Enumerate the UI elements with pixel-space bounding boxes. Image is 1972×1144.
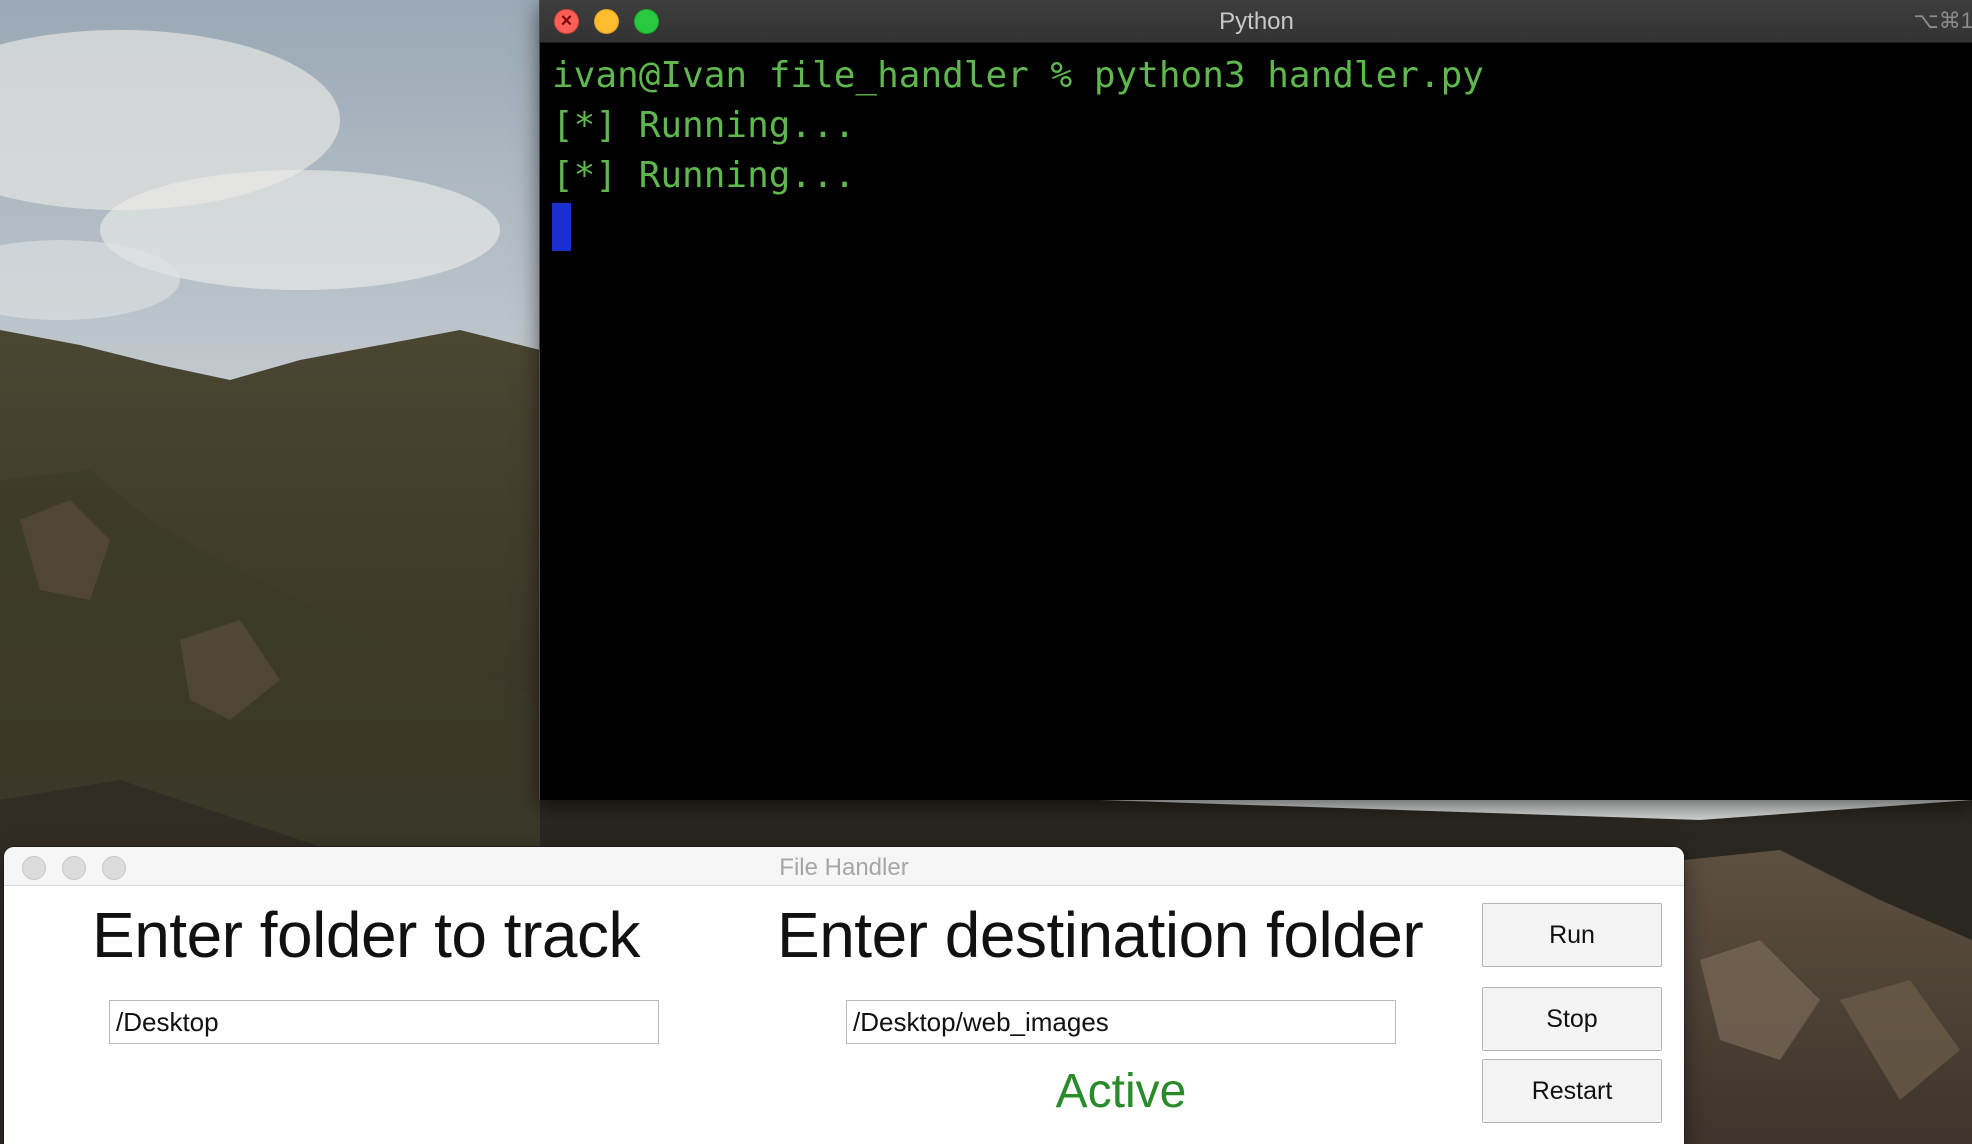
run-button[interactable]: Run xyxy=(1482,903,1662,967)
track-folder-heading: Enter folder to track xyxy=(92,899,640,971)
terminal-output-line: [*] Running... xyxy=(552,155,856,196)
stop-button[interactable]: Stop xyxy=(1482,987,1662,1051)
terminal-output[interactable]: ivan@Ivan file_handler % python3 handler… xyxy=(540,43,1972,265)
file-handler-content: Enter folder to track Enter destination … xyxy=(4,886,1684,1144)
destination-folder-input[interactable] xyxy=(846,1000,1396,1044)
terminal-title: Python xyxy=(1219,8,1294,35)
terminal-output-line: [*] Running... xyxy=(552,105,856,146)
terminal-titlebar[interactable]: Python ⌥⌘1 xyxy=(540,0,1972,43)
file-handler-window: File Handler Enter folder to track Enter… xyxy=(4,847,1684,1144)
status-label: Active xyxy=(1055,1065,1187,1118)
file-handler-titlebar[interactable]: File Handler xyxy=(4,847,1684,886)
terminal-shortcut: ⌥⌘1 xyxy=(1913,8,1972,33)
terminal-command-line: ivan@Ivan file_handler % python3 handler… xyxy=(552,55,1484,96)
terminal-window: Python ⌥⌘1 ivan@Ivan file_handler % pyth… xyxy=(539,0,1972,800)
terminal-cursor xyxy=(552,203,571,251)
destination-folder-heading: Enter destination folder xyxy=(777,899,1424,971)
restart-button[interactable]: Restart xyxy=(1482,1059,1662,1123)
file-handler-title: File Handler xyxy=(779,854,909,881)
track-folder-input[interactable] xyxy=(109,1000,659,1044)
